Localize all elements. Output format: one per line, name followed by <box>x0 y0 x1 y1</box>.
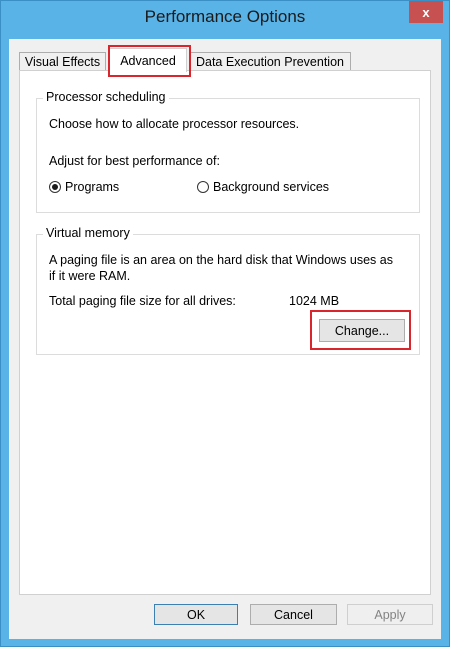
virtual-memory-group: Virtual memory A paging file is an area … <box>36 226 420 355</box>
virtual-memory-description-line2: if it were RAM. <box>49 269 131 283</box>
tab-label: Advanced <box>120 53 176 68</box>
virtual-memory-description-line1: A paging file is an area on the hard dis… <box>49 253 393 267</box>
virtual-memory-title: Virtual memory <box>43 226 133 240</box>
cancel-button[interactable]: Cancel <box>250 604 337 625</box>
ok-button[interactable]: OK <box>154 604 238 625</box>
tab-advanced[interactable]: Advanced <box>109 48 187 72</box>
radio-selected-icon <box>49 181 61 193</box>
background-services-radio[interactable]: Background services <box>197 180 329 194</box>
programs-radio[interactable]: Programs <box>49 180 119 194</box>
performance-options-window: Performance Options x Visual Effects Adv… <box>0 0 450 647</box>
processor-description: Choose how to allocate processor resourc… <box>49 117 300 131</box>
processor-scheduling-group: Processor scheduling Choose how to alloc… <box>36 90 420 213</box>
programs-radio-label: Programs <box>65 180 120 194</box>
tab-label: Visual Effects <box>24 55 101 69</box>
change-button[interactable]: Change... <box>319 319 405 342</box>
close-button[interactable]: x <box>409 1 443 23</box>
title-bar[interactable]: Performance Options x <box>1 1 449 39</box>
total-paging-value: 1024 MB <box>289 294 340 308</box>
background-services-radio-label: Background services <box>213 180 330 194</box>
apply-button[interactable]: Apply <box>347 604 433 625</box>
dialog-client-area: Visual Effects Advanced Data Execution P… <box>9 39 441 639</box>
advanced-tab-panel: Processor scheduling Choose how to alloc… <box>19 70 431 595</box>
tab-visual-effects[interactable]: Visual Effects <box>19 52 106 71</box>
radio-unselected-icon <box>197 181 209 193</box>
processor-scheduling-title: Processor scheduling <box>43 90 169 104</box>
tab-data-execution-prevention[interactable]: Data Execution Prevention <box>189 52 351 71</box>
window-title: Performance Options <box>144 7 306 26</box>
close-icon: x <box>422 4 430 20</box>
adjust-performance-label: Adjust for best performance of: <box>49 154 220 168</box>
total-paging-label: Total paging file size for all drives: <box>49 294 236 308</box>
tab-label: Data Execution Prevention <box>195 55 344 69</box>
